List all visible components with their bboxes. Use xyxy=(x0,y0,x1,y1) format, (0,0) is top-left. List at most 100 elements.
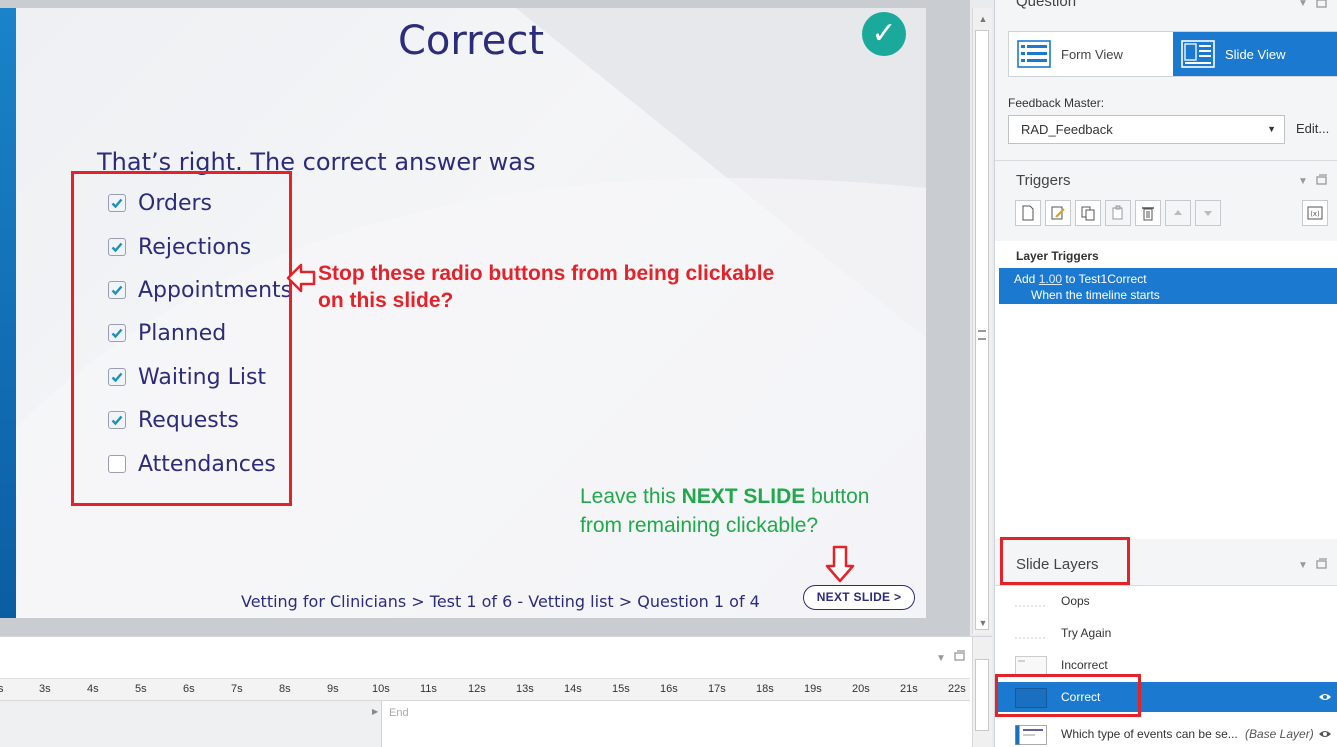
restore-window-icon[interactable] xyxy=(1316,558,1328,570)
variables-icon: (x) xyxy=(1307,206,1323,220)
manage-variables-button[interactable]: (x) xyxy=(1302,200,1328,226)
tick-label: 6s xyxy=(183,683,195,695)
timeline-header: ▼ xyxy=(0,637,970,679)
annotation-question-red: Stop these radio buttons from being clic… xyxy=(318,262,775,312)
move-down-button[interactable] xyxy=(1195,200,1221,226)
scrollbar-thumb[interactable] xyxy=(975,659,989,731)
move-up-button[interactable] xyxy=(1165,200,1191,226)
visibility-eye-icon[interactable] xyxy=(1318,728,1332,740)
edit-pencil-icon xyxy=(1051,206,1065,220)
layer-name: Which type of events can be se... xyxy=(1061,727,1238,741)
layer-triggers-title: Layer Triggers xyxy=(1016,249,1099,263)
delete-trigger-button[interactable] xyxy=(1135,200,1161,226)
tick-label: 17s xyxy=(708,683,726,695)
restore-window-icon[interactable] xyxy=(954,650,966,662)
form-view-button[interactable]: Form View xyxy=(1009,32,1173,76)
timeline-vertical-scrollbar[interactable] xyxy=(972,637,992,747)
tick-label: 21s xyxy=(900,683,918,695)
storyline-editor: Correct ✓ That’s right. The correct answ… xyxy=(0,0,1337,747)
layer-name: Incorrect xyxy=(1061,658,1108,672)
slide-view-button[interactable]: Slide View xyxy=(1173,32,1337,76)
arrow-up-icon xyxy=(1174,210,1182,215)
restore-window-icon[interactable] xyxy=(1316,0,1328,9)
timeline-rows: ▶ End xyxy=(0,701,970,747)
arrow-left-icon xyxy=(286,263,316,293)
paste-trigger-button[interactable] xyxy=(1105,200,1131,226)
edit-trigger-button[interactable] xyxy=(1045,200,1071,226)
arrow-down-icon xyxy=(825,545,855,583)
layer-item-oops[interactable]: Oops xyxy=(995,586,1337,616)
layer-name: Try Again xyxy=(1061,626,1112,640)
new-document-icon xyxy=(1022,205,1034,221)
timeline-ruler[interactable]: s 3s 4s 5s 6s 7s 8s 9s 10s 11s 12s 13s 1… xyxy=(0,679,970,701)
tick-label: 10s xyxy=(372,683,390,695)
form-view-icon xyxy=(1017,40,1051,68)
tick-label: 16s xyxy=(660,683,678,695)
triggers-list: Layer Triggers Add 1.00 to Test1Correct … xyxy=(995,241,1337,539)
trigger-condition: When the timeline starts xyxy=(1031,288,1160,302)
properties-panel: Question ▼ Form View Slide View Feedback… xyxy=(994,0,1337,747)
stage-vertical-scrollbar[interactable]: ▲ ▼ xyxy=(972,8,992,634)
tick-label: 18s xyxy=(756,683,774,695)
paste-icon xyxy=(1112,205,1123,220)
tick-label: 15s xyxy=(612,683,630,695)
layer-thumbnail xyxy=(1015,725,1047,745)
scrollbar-grip-icon xyxy=(978,330,986,340)
layer-item-base[interactable]: Which type of events can be se... (Base … xyxy=(995,719,1337,747)
view-toggle: Form View Slide View xyxy=(1008,31,1337,77)
trigger-item[interactable]: Add 1.00 to Test1Correct When the timeli… xyxy=(999,268,1337,304)
timeline-object-column: ▶ xyxy=(0,701,382,747)
layer-item-try-again[interactable]: Try Again xyxy=(995,618,1337,648)
feedback-master-select[interactable]: RAD_Feedback ▼ xyxy=(1008,115,1285,144)
visibility-eye-icon[interactable] xyxy=(1318,691,1332,703)
new-trigger-button[interactable] xyxy=(1015,200,1041,226)
layer-thumbnail xyxy=(1015,637,1047,639)
annotation-highlight-box xyxy=(1000,537,1130,585)
timeline-end-marker[interactable]: End xyxy=(389,707,409,719)
triggers-section-title: Triggers xyxy=(1016,172,1071,189)
slide-stage: Correct ✓ That’s right. The correct answ… xyxy=(0,0,970,636)
next-slide-button[interactable]: NEXT SLIDE > xyxy=(803,585,915,610)
tick-label: 13s xyxy=(516,683,534,695)
expand-arrow-icon[interactable]: ▶ xyxy=(372,707,378,716)
previous-slide-edge xyxy=(0,8,16,618)
svg-text:(x): (x) xyxy=(1310,210,1320,218)
tick-label: 5s xyxy=(135,683,147,695)
slide-view-icon xyxy=(1181,40,1215,68)
chevron-down-icon: ▼ xyxy=(1267,124,1276,134)
timeline-panel: ▼ s 3s 4s 5s 6s 7s 8s 9s 10s 11s 12s 13s… xyxy=(0,636,992,747)
tick-label: 9s xyxy=(327,683,339,695)
layer-thumbnail xyxy=(1015,656,1047,676)
breadcrumb: Vetting for Clinicians > Test 1 of 6 - V… xyxy=(241,592,760,611)
slide-canvas[interactable]: Correct ✓ That’s right. The correct answ… xyxy=(16,8,926,618)
collapse-icon[interactable]: ▼ xyxy=(1298,176,1308,187)
tick-label: 22s xyxy=(948,683,966,695)
tick-label: s xyxy=(0,683,4,695)
scroll-down-icon[interactable]: ▼ xyxy=(973,614,993,632)
slide-layers-list: Oops Try Again Incorrect Correct Which t… xyxy=(995,585,1337,747)
copy-trigger-button[interactable] xyxy=(1075,200,1101,226)
tick-label: 12s xyxy=(468,683,486,695)
tick-label: 4s xyxy=(87,683,99,695)
tick-label: 19s xyxy=(804,683,822,695)
restore-window-icon[interactable] xyxy=(1316,174,1328,186)
annotation-highlight-box xyxy=(995,674,1141,717)
tick-label: 3s xyxy=(39,683,51,695)
tick-label: 20s xyxy=(852,683,870,695)
edit-feedback-master-button[interactable]: Edit... xyxy=(1296,121,1329,136)
collapse-icon[interactable]: ▼ xyxy=(1298,560,1308,571)
tick-label: 8s xyxy=(279,683,291,695)
annotation-highlight-box xyxy=(71,171,292,506)
base-layer-tag: (Base Layer) xyxy=(1245,727,1314,741)
tick-label: 11s xyxy=(420,683,437,695)
feedback-master-value: RAD_Feedback xyxy=(1021,122,1113,137)
scroll-up-icon[interactable]: ▲ xyxy=(973,10,993,28)
collapse-icon[interactable]: ▼ xyxy=(1298,0,1308,9)
collapse-icon[interactable]: ▼ xyxy=(936,653,946,664)
tick-label: 7s xyxy=(231,683,243,695)
correct-check-icon: ✓ xyxy=(862,12,906,56)
annotation-question-green: Leave this NEXT SLIDE button from remain… xyxy=(580,485,870,537)
slide-title: Correct xyxy=(398,18,544,64)
triggers-toolbar xyxy=(1015,200,1225,226)
trigger-value-link[interactable]: 1.00 xyxy=(1039,272,1062,286)
